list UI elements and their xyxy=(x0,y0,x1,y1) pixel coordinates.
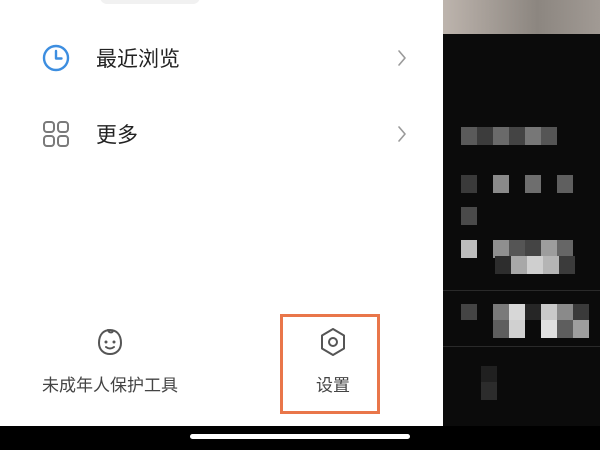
content-divider xyxy=(443,346,600,347)
minor-protection-button[interactable]: 未成年人保护工具 xyxy=(30,325,190,405)
menu-item-label: 最近浏览 xyxy=(96,47,180,71)
grid-icon xyxy=(43,121,69,147)
clock-icon xyxy=(42,44,70,72)
blurred-text-row xyxy=(461,175,573,193)
chevron-right-icon xyxy=(398,126,406,142)
blurred-text-row xyxy=(461,320,589,338)
background-content-blurred xyxy=(443,0,600,426)
side-drawer: 最近浏览 更多 未成年人保护工具 设置 xyxy=(0,0,443,426)
baby-face-icon xyxy=(97,328,123,356)
minor-protection-label: 未成年人保护工具 xyxy=(42,376,178,396)
home-indicator[interactable] xyxy=(190,434,410,439)
chevron-right-icon xyxy=(398,50,406,66)
menu-item-label: 更多 xyxy=(96,123,138,147)
background-photo xyxy=(443,0,600,34)
settings-highlight-box xyxy=(280,314,380,414)
menu-item-recent[interactable]: 最近浏览 xyxy=(0,28,443,88)
content-divider xyxy=(443,290,600,291)
blurred-text-row xyxy=(461,127,557,145)
blurred-text-row xyxy=(481,382,497,400)
blurred-text-row xyxy=(461,207,477,225)
drawer-top-edge xyxy=(100,0,200,4)
menu-item-more[interactable]: 更多 xyxy=(0,104,443,164)
blurred-text-row xyxy=(495,256,575,274)
